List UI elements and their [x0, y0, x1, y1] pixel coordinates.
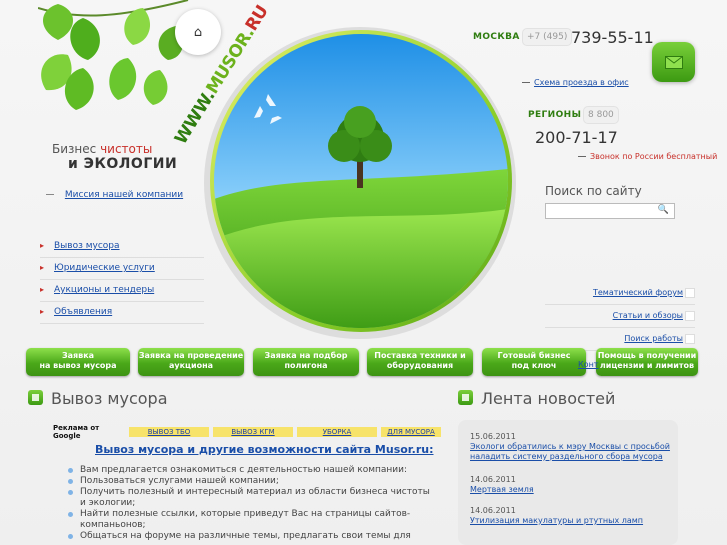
regions-phone: 200-71-17	[535, 128, 618, 147]
side-menu: Вывоз мусора Юридические услуги Аукционы…	[40, 236, 204, 324]
nav-auction-request[interactable]: Заявка на проведение аукциона	[138, 348, 244, 376]
envelope-icon	[664, 55, 683, 69]
main-nav: Заявка на вывоз мусора Заявка на проведен…	[24, 348, 704, 376]
recycle-icon	[248, 90, 288, 130]
nav-landfill-request[interactable]: Заявка на подбор полигона	[253, 348, 359, 376]
side-menu-link-legal[interactable]: Юридические услуги	[54, 263, 155, 273]
tagline-line2: и ЭКОЛОГИИ	[68, 156, 178, 172]
side-menu-link-ads[interactable]: Объявления	[54, 307, 112, 317]
news-item: 14.06.2011 Мертвая земля	[470, 474, 534, 495]
articles-link[interactable]: Статьи и обзоры	[613, 311, 683, 320]
news-link[interactable]: Утилизация макулатуры и ртутных ламп	[470, 516, 643, 526]
forum-link[interactable]: Тематический форум	[593, 288, 683, 297]
news-date: 14.06.2011	[470, 475, 516, 484]
right-link-item: Тематический форум	[545, 282, 695, 305]
ad-link-waste[interactable]: ДЛЯ МУСОРА	[381, 427, 441, 437]
nav-line2: под ключ	[511, 361, 557, 370]
regions-code: 8 800	[583, 106, 619, 124]
side-menu-item: Аукционы и тендеры	[40, 280, 204, 302]
free-call-link[interactable]: Звонок по России бесплатный	[590, 152, 717, 161]
nav-line2: лицензии и лимитов	[599, 361, 695, 370]
news-date: 14.06.2011	[470, 506, 516, 515]
tagline: Бизнес чистоты и ЭКОЛОГИИ	[52, 142, 192, 172]
page: ⌂ WWW.MUSOR.RU Бизнес чистоты и ЭКОЛОГИИ…	[0, 0, 727, 545]
search-box: 🔍	[545, 203, 675, 224]
main-section-heading: Вывоз мусора	[28, 389, 168, 408]
list-item: Пользоваться услугами нашей компании;	[68, 476, 438, 487]
list-item: Получить полезный и интересный материал …	[68, 487, 438, 509]
nav-line1: Заявка на подбор	[264, 351, 348, 360]
news-item: 14.06.2011 Утилизация макулатуры и ртутн…	[470, 505, 643, 526]
hero-image	[214, 34, 508, 328]
nav-turnkey-business[interactable]: Готовый бизнес под ключ	[482, 348, 586, 376]
list-item: Найти полезные ссылки, которые приведут …	[68, 509, 438, 531]
right-link-item: Статьи и обзоры	[545, 305, 695, 328]
map-link-wrap: Схема проезда в офис	[522, 78, 629, 87]
map-link[interactable]: Схема проезда в офис	[534, 78, 629, 87]
jobs-link[interactable]: Поиск работы	[624, 334, 683, 343]
nav-equipment-supply[interactable]: Поставка техники и оборудования	[367, 348, 473, 376]
moscow-code: +7 (495)	[522, 28, 573, 46]
side-menu-link-waste[interactable]: Вывоз мусора	[54, 241, 120, 251]
main-title-link[interactable]: Вывоз мусора и другие возможности сайта …	[95, 443, 434, 456]
ads-label: Реклама от Google	[53, 424, 100, 440]
nav-line2: на вывоз мусора	[39, 361, 117, 370]
news-date: 15.06.2011	[470, 432, 516, 441]
free-call-wrap: Звонок по России бесплатный	[578, 152, 717, 161]
ad-link-kgm[interactable]: ВЫВОЗ КГМ	[213, 427, 293, 437]
nav-line1: Поставка техники и	[374, 351, 466, 360]
nav-line1: Заявка	[61, 351, 95, 360]
main-heading-text: Вывоз мусора	[51, 389, 168, 408]
nav-license-help[interactable]: Помощь в получении лицензии и лимитов	[596, 348, 698, 376]
news-link[interactable]: Мертвая земля	[470, 485, 534, 495]
tagline-accent: чистоты	[100, 142, 153, 156]
list-item: Вам предлагается ознакомиться с деятельн…	[68, 465, 438, 476]
news-link-cont[interactable]: наладить систему раздельного сбора мусор…	[470, 452, 670, 462]
nav-line2: аукциона	[169, 361, 213, 370]
nav-line2: оборудования	[386, 361, 454, 370]
news-section-heading: Лента новостей	[458, 389, 615, 408]
nav-line1: Готовый бизнес	[497, 351, 571, 360]
nav-line1: Заявка на проведение	[138, 351, 244, 360]
ad-link-cleaning[interactable]: УБОРКА	[297, 427, 377, 437]
right-links: Тематический форум Статьи и обзоры Поиск…	[545, 282, 695, 351]
side-menu-item: Вывоз мусора	[40, 236, 204, 258]
section-icon	[458, 390, 473, 405]
home-button[interactable]: ⌂	[175, 9, 221, 55]
mail-button[interactable]	[652, 42, 695, 82]
side-menu-item: Юридические услуги	[40, 258, 204, 280]
main-feature-list: Вам предлагается ознакомиться с деятельн…	[68, 465, 438, 542]
tagline-prefix: Бизнес	[52, 142, 101, 156]
search-input[interactable]	[546, 209, 656, 224]
search-title: Поиск по сайту	[545, 184, 642, 198]
contacts-link-overlay[interactable]: Конт	[578, 360, 598, 369]
news-heading-text: Лента новостей	[481, 389, 616, 408]
moscow-label: МОСКВА	[473, 32, 520, 42]
news-item: 15.06.2011 Экологи обратились к мэру Мос…	[470, 431, 670, 462]
list-item: Общаться на форуме на различные темы, пр…	[68, 531, 438, 542]
regions-label: РЕГИОНЫ	[528, 110, 582, 120]
side-menu-item: Объявления	[40, 302, 204, 324]
google-ads-bar: Реклама от Google ВЫВОЗ ТБО ВЫВОЗ КГМ УБ…	[53, 424, 453, 440]
news-link[interactable]: Экологи обратились к мэру Москвы с прось…	[470, 442, 670, 452]
nav-line1: Помощь в получении	[597, 351, 697, 360]
ad-link-tbo[interactable]: ВЫВОЗ ТБО	[129, 427, 209, 437]
mission-link-wrap: Миссия нашей компании	[46, 190, 183, 200]
nav-waste-request[interactable]: Заявка на вывоз мусора	[26, 348, 130, 376]
section-icon	[28, 390, 43, 405]
nav-line2: полигона	[284, 361, 328, 370]
home-icon: ⌂	[193, 24, 203, 40]
leaves-decoration	[38, 0, 189, 110]
side-menu-link-auctions[interactable]: Аукционы и тендеры	[54, 285, 154, 295]
mission-link[interactable]: Миссия нашей компании	[65, 190, 183, 200]
moscow-phone: 739-55-11	[571, 28, 654, 47]
hero-landscape	[214, 34, 508, 328]
search-icon[interactable]: 🔍	[658, 205, 669, 215]
